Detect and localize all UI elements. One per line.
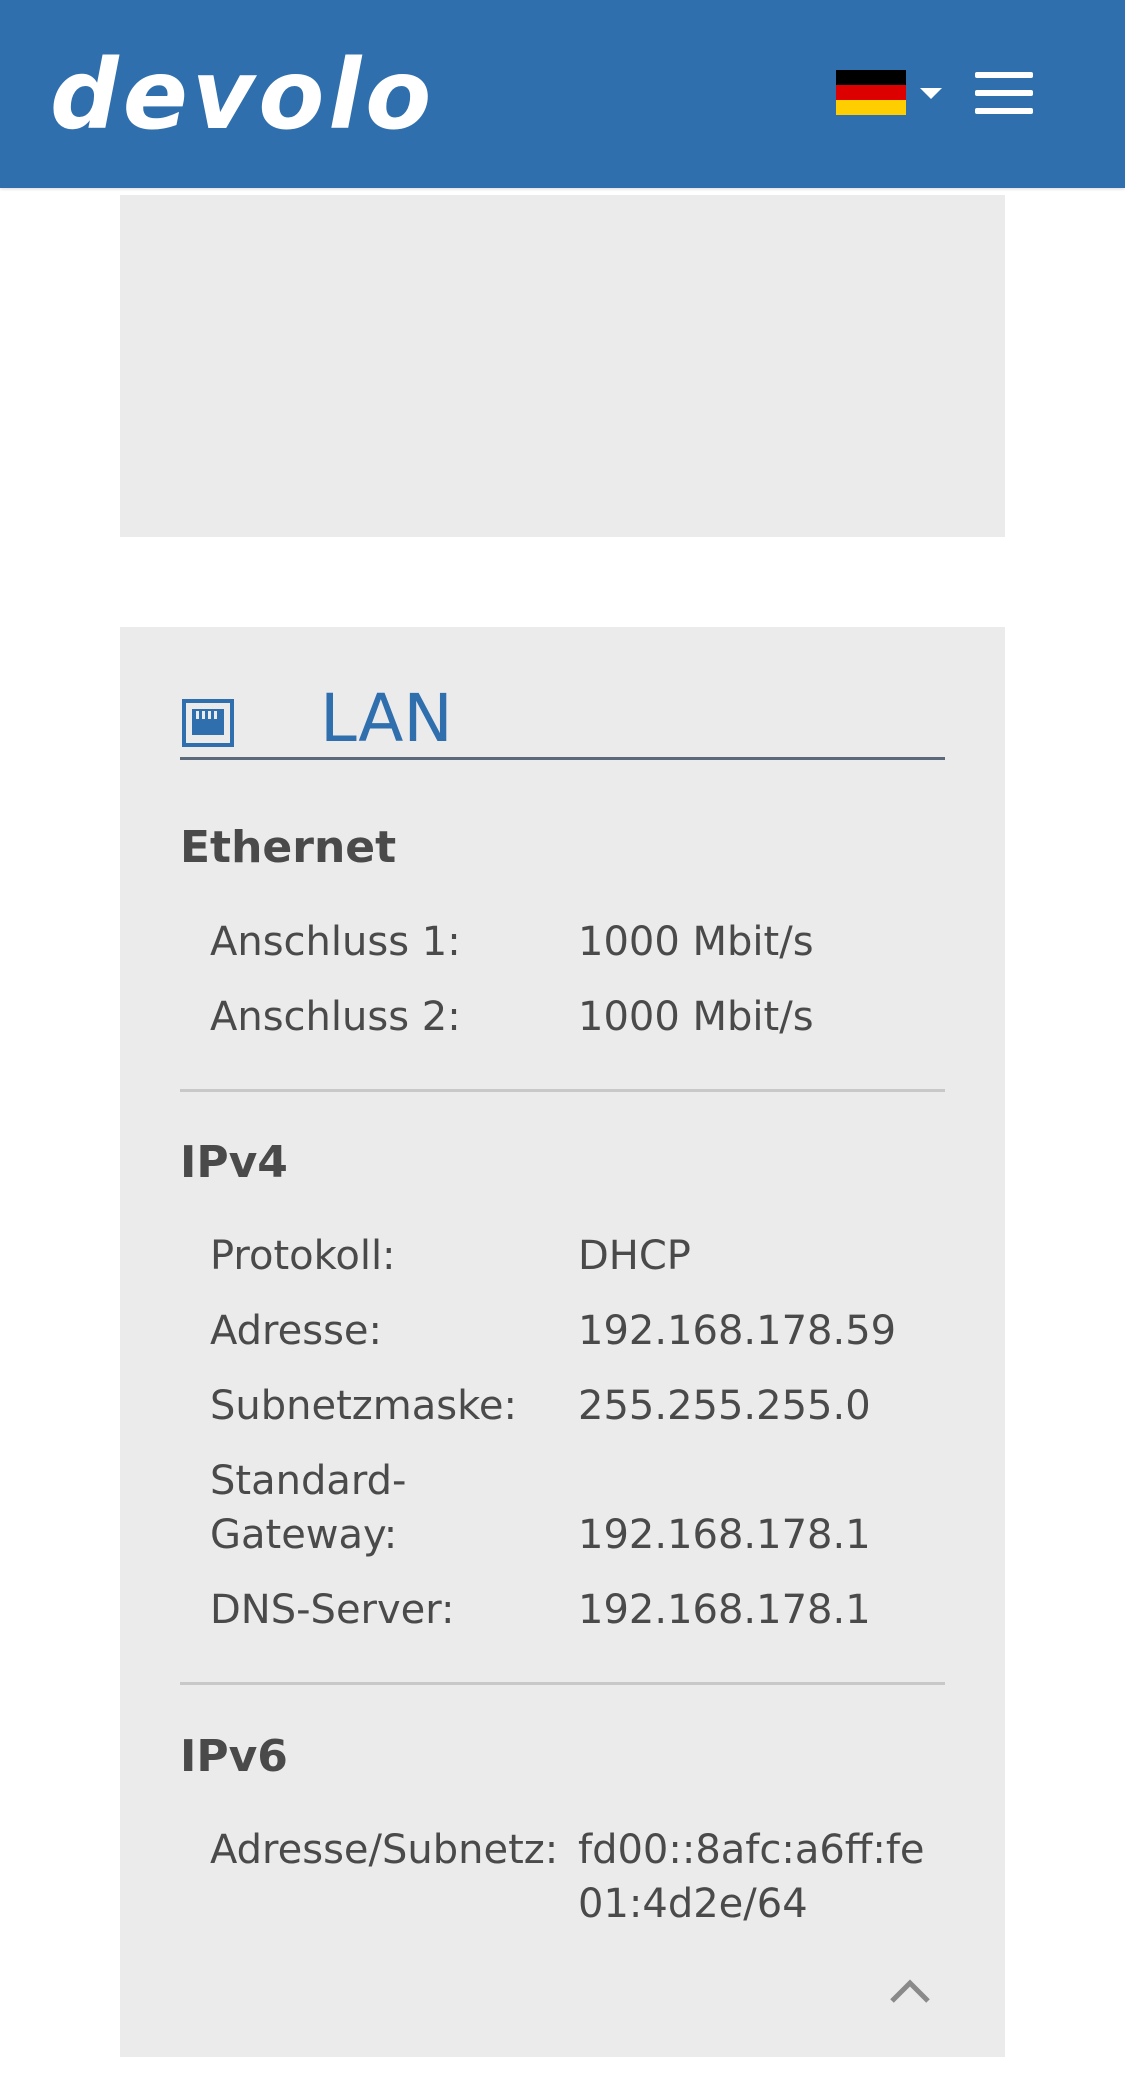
ethernet-port-icon	[182, 699, 234, 747]
lan-title: LAN	[320, 680, 453, 757]
menu-bar	[975, 72, 1033, 78]
row-value: fd00::8afc:a6ff:fe01:4d2e/64	[578, 1827, 925, 1927]
row-value: 192.168.178.1	[578, 1587, 871, 1633]
language-selector[interactable]	[836, 70, 946, 118]
info-row: Adresse/Subnetz: fd00::8afc:a6ff:fe01:4d…	[210, 1823, 960, 1931]
row-label: Subnetzmaske:	[210, 1383, 517, 1429]
row-value: 192.168.178.59	[578, 1308, 897, 1354]
row-label: Standard-Gateway:	[210, 1458, 407, 1558]
row-value: 1000 Mbit/s	[578, 994, 814, 1040]
row-label: Anschluss 2:	[210, 994, 461, 1040]
row-label: Adresse/Subnetz:	[210, 1827, 559, 1873]
row-label: Anschluss 1:	[210, 919, 461, 965]
german-flag-icon	[836, 70, 906, 115]
lan-header: LAN	[180, 657, 945, 760]
row-value: DHCP	[578, 1233, 691, 1279]
top-navigation-bar: devolo	[0, 0, 1125, 188]
row-value: 255.255.255.0	[578, 1383, 871, 1429]
devolo-logo[interactable]: devolo	[50, 40, 435, 150]
ipv6-title: IPv6	[180, 1731, 288, 1782]
hamburger-menu-button[interactable]	[972, 68, 1036, 118]
ethernet-title: Ethernet	[180, 822, 397, 873]
chevron-up-icon[interactable]	[888, 1977, 932, 2007]
empty-content-panel	[120, 195, 1005, 537]
menu-bar	[975, 90, 1033, 96]
row-label: Adresse:	[210, 1308, 382, 1354]
row-label: DNS-Server:	[210, 1587, 455, 1633]
lan-panel: LAN Ethernet Anschluss 1: 1000 Mbit/s An…	[120, 627, 1005, 2057]
ipv4-title: IPv4	[180, 1137, 288, 1188]
info-row: Standard-Gateway: 192.168.178.1	[210, 1454, 960, 1562]
section-divider	[180, 1089, 945, 1092]
menu-bar	[975, 108, 1033, 114]
row-value: 1000 Mbit/s	[578, 919, 814, 965]
row-label: Protokoll:	[210, 1233, 396, 1279]
caret-down-icon	[920, 88, 942, 99]
section-divider	[180, 1682, 945, 1685]
row-value: 192.168.178.1	[578, 1512, 871, 1558]
